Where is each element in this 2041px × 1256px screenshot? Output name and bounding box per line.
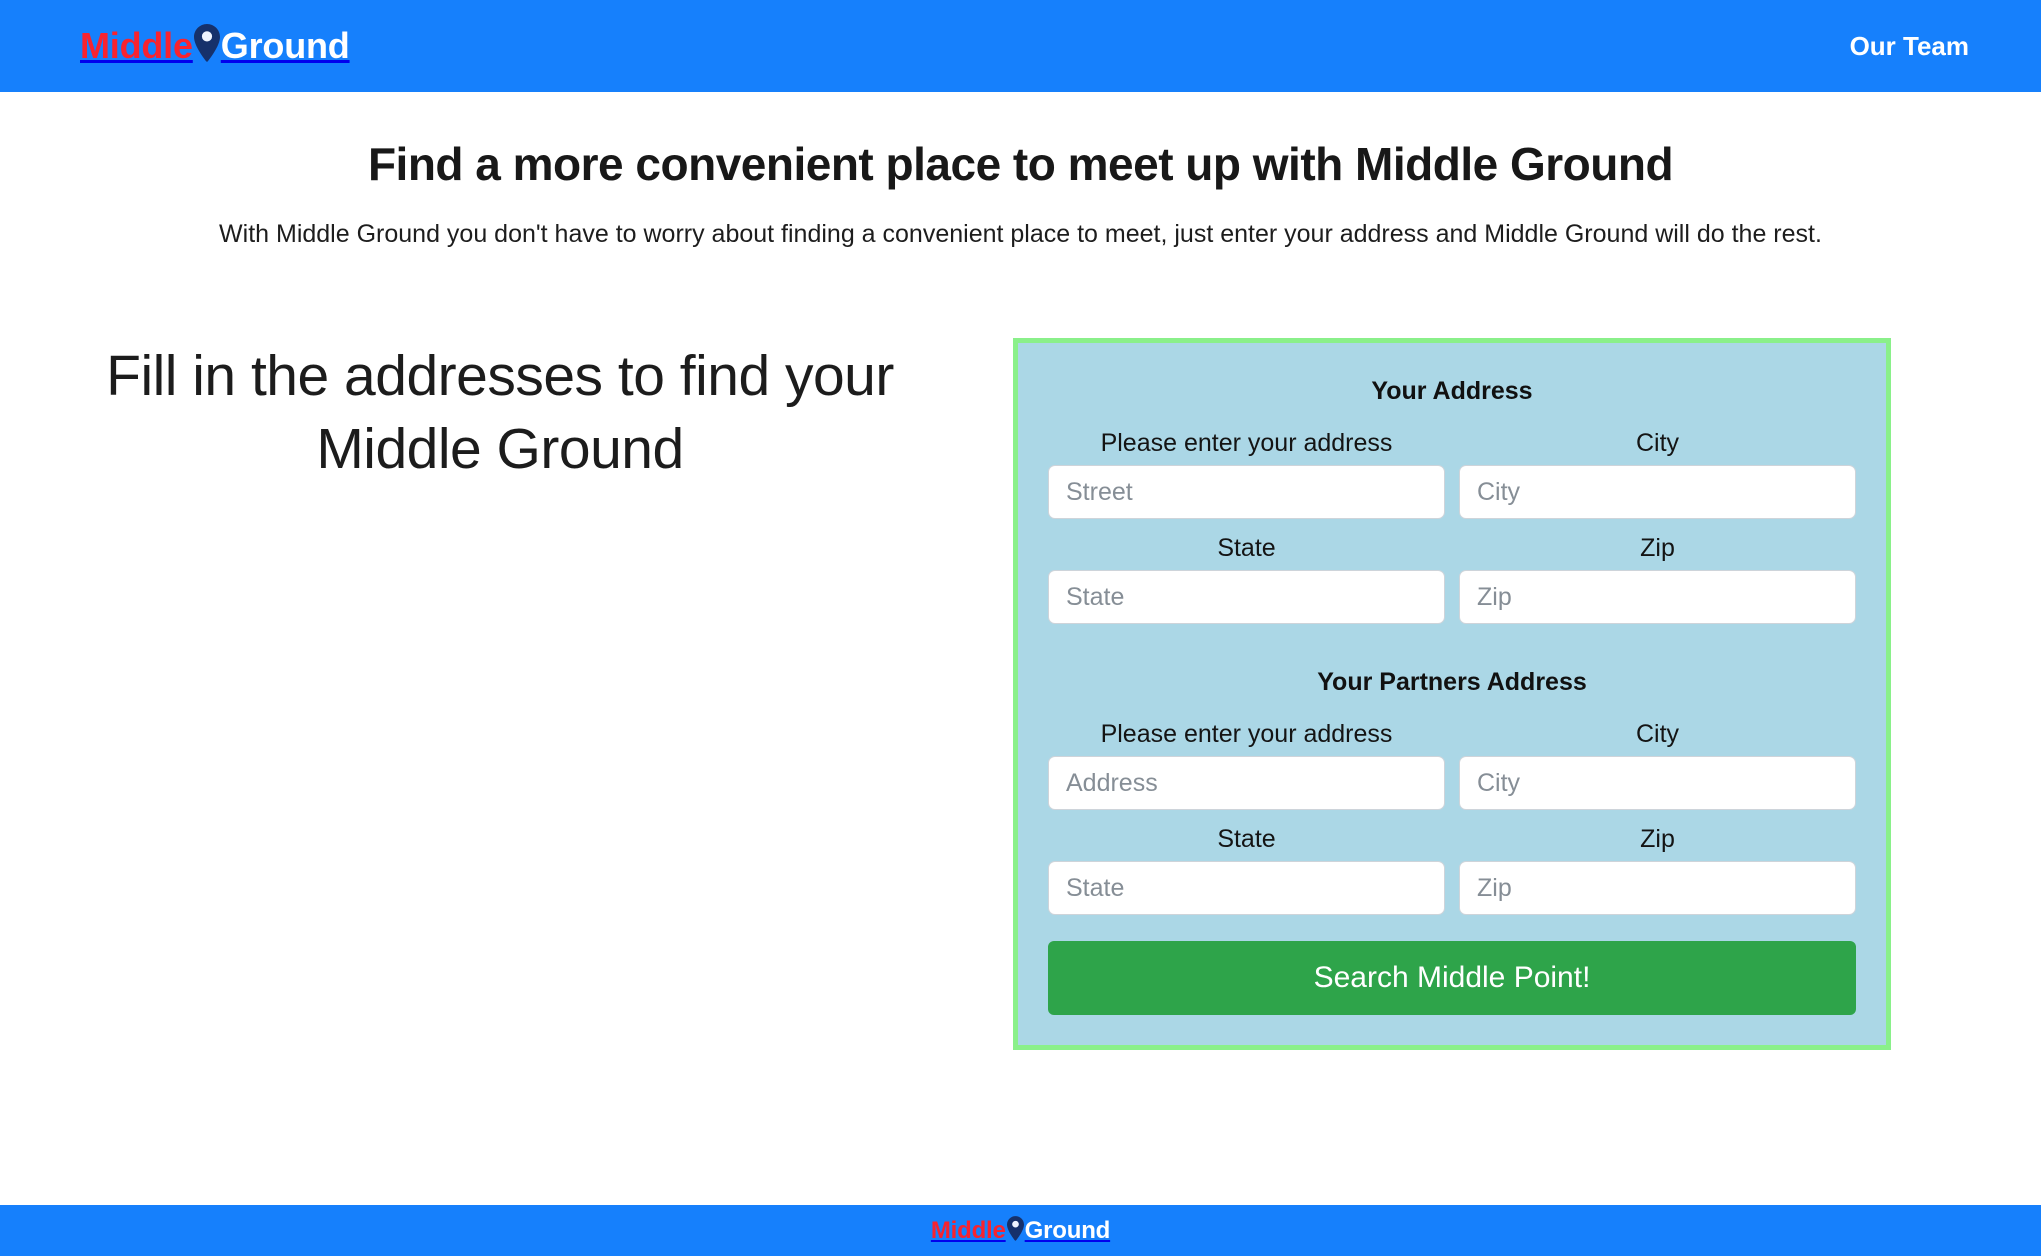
- field-group-partner-state: State: [1048, 824, 1445, 915]
- main-content: Fill in the addresses to find your Middl…: [0, 300, 2041, 1150]
- label-partner-state: State: [1217, 825, 1276, 853]
- top-navbar: Middle Ground Our Team: [0, 0, 2041, 92]
- field-group-partner-zip: Zip: [1459, 824, 1856, 915]
- section-title-partners-address: Your Partners Address: [1317, 668, 1587, 696]
- label-partner-street: Please enter your address: [1100, 720, 1393, 748]
- form-row-your-address-1: Please enter your address City: [1048, 428, 1856, 519]
- input-your-zip[interactable]: [1459, 570, 1856, 624]
- form-row-partner-address-1: Please enter your address City: [1048, 719, 1856, 810]
- map-pin-icon: [193, 24, 220, 62]
- field-group-your-city: City: [1459, 428, 1856, 519]
- search-middle-point-button[interactable]: Search Middle Point!: [1048, 941, 1856, 1015]
- label-partner-zip: Zip: [1640, 825, 1675, 853]
- brand-logo-text-middle: Middle: [80, 25, 193, 66]
- input-partner-zip[interactable]: [1459, 861, 1856, 915]
- address-form-card: Your Address Please enter your address C…: [1013, 338, 1891, 1050]
- field-group-your-street: Please enter your address: [1048, 428, 1445, 519]
- page-footer: Middle Ground: [0, 1205, 2041, 1256]
- hero-section: Find a more convenient place to meet up …: [0, 92, 2041, 251]
- footer-brand-logo[interactable]: Middle Ground: [930, 1216, 1111, 1244]
- label-your-street: Please enter your address: [1100, 429, 1393, 457]
- footer-brand-text-middle: Middle: [930, 1216, 1006, 1244]
- nav-link-our-team[interactable]: Our Team: [1850, 31, 1969, 62]
- left-column: Fill in the addresses to find your Middl…: [60, 340, 940, 486]
- input-partner-state[interactable]: [1048, 861, 1445, 915]
- field-group-partner-city: City: [1459, 719, 1856, 810]
- input-your-city[interactable]: [1459, 465, 1856, 519]
- form-instructions-heading: Fill in the addresses to find your Middl…: [106, 344, 894, 481]
- footer-brand-text-ground: Ground: [1024, 1216, 1111, 1244]
- input-partner-street[interactable]: [1048, 756, 1445, 810]
- label-your-zip: Zip: [1640, 534, 1675, 562]
- label-your-city: City: [1635, 429, 1680, 457]
- brand-logo[interactable]: Middle Ground: [80, 24, 350, 66]
- label-your-state: State: [1217, 534, 1276, 562]
- field-group-your-zip: Zip: [1459, 533, 1856, 624]
- footer-map-pin-icon: [1006, 1216, 1024, 1241]
- input-your-state[interactable]: [1048, 570, 1445, 624]
- label-partner-city: City: [1635, 720, 1680, 748]
- field-group-partner-street: Please enter your address: [1048, 719, 1445, 810]
- form-row-your-address-2: State Zip: [1048, 533, 1856, 624]
- input-partner-city[interactable]: [1459, 756, 1856, 810]
- section-title-your-address: Your Address: [1371, 377, 1533, 405]
- input-your-street[interactable]: [1048, 465, 1445, 519]
- field-group-your-state: State: [1048, 533, 1445, 624]
- brand-logo-text-ground: Ground: [220, 25, 350, 66]
- page-subtitle: With Middle Ground you don't have to wor…: [219, 220, 1822, 249]
- form-row-partner-address-2: State Zip: [1048, 824, 1856, 915]
- page-title: Find a more convenient place to meet up …: [367, 138, 1674, 190]
